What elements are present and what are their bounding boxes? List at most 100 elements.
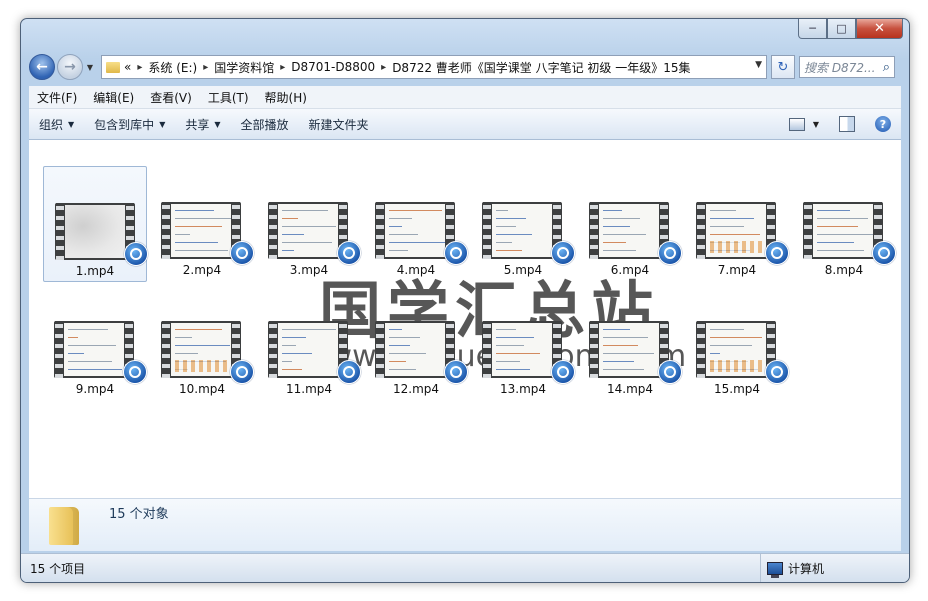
file-item[interactable]: 14.mp4 <box>578 285 682 401</box>
frame-text-line <box>710 345 752 346</box>
search-icon[interactable]: ⌕ <box>883 60 890 75</box>
recent-pages-dropdown[interactable]: ▼ <box>85 63 95 72</box>
file-item[interactable]: 2.mp4 <box>150 166 254 282</box>
frame-text-line <box>603 234 646 235</box>
file-item[interactable]: 15.mp4 <box>685 285 789 401</box>
file-item[interactable]: 5.mp4 <box>471 166 575 282</box>
file-name: 9.mp4 <box>75 382 115 396</box>
file-item[interactable]: 7.mp4 <box>685 166 789 282</box>
frame-text-line <box>710 218 754 219</box>
media-player-icon <box>551 241 575 265</box>
frame-text-line <box>496 345 524 346</box>
media-player-icon <box>337 241 361 265</box>
frame-text-line <box>175 250 228 251</box>
play-all-button[interactable]: 全部播放 <box>231 116 299 133</box>
video-frame <box>385 204 445 257</box>
media-player-icon <box>444 360 468 384</box>
media-player-icon <box>124 242 148 266</box>
breadcrumb-overflow[interactable]: « <box>124 60 131 74</box>
frame-text-line <box>710 226 744 227</box>
file-item[interactable]: 9.mp4 <box>43 285 147 401</box>
change-view-icon[interactable] <box>788 117 805 131</box>
folder-icon <box>106 61 120 73</box>
menu-tools[interactable]: 工具(T) <box>200 89 257 106</box>
video-thumbnail <box>482 321 562 378</box>
share-button[interactable]: 共享 ▼ <box>175 116 230 133</box>
breadcrumb-current[interactable]: D8722 曹老师《国学课堂 八字笔记 初级 一年级》15集 <box>392 59 690 76</box>
forward-button[interactable]: → <box>57 54 83 80</box>
file-item[interactable]: 3.mp4 <box>257 166 361 282</box>
frame-table <box>175 360 227 372</box>
file-item[interactable]: 12.mp4 <box>364 285 468 401</box>
frame-text-line <box>389 329 402 330</box>
frame-text-line <box>603 218 640 219</box>
search-box[interactable]: 搜索 D872... ⌕ <box>799 56 895 78</box>
frame-text-line <box>817 226 858 227</box>
chevron-down-icon: ▼ <box>159 119 166 129</box>
file-name: 8.mp4 <box>824 263 864 277</box>
film-reel-icon <box>450 247 462 259</box>
film-strip-edge <box>376 321 384 378</box>
minimize-button[interactable]: ─ <box>798 19 827 39</box>
chevron-down-icon: ▼ <box>68 119 75 129</box>
frame-text-line <box>68 329 108 330</box>
frame-text-line <box>496 329 516 330</box>
frame-text-line <box>175 218 231 219</box>
computer-icon <box>767 561 783 578</box>
chevron-right-icon[interactable]: ▸ <box>203 62 208 73</box>
frame-text-line <box>496 242 512 243</box>
video-thumbnail <box>803 202 883 259</box>
include-in-library-button[interactable]: 包含到库中 ▼ <box>84 116 175 133</box>
breadcrumb-folder-1[interactable]: 国学资料馆 <box>214 59 274 76</box>
file-item[interactable]: 11.mp4 <box>257 285 361 401</box>
file-item[interactable]: 4.mp4 <box>364 166 468 282</box>
frame-text-line <box>496 361 520 362</box>
search-placeholder: 搜索 D872... <box>804 60 876 75</box>
video-thumbnail <box>268 321 348 378</box>
film-reel-icon <box>236 366 248 378</box>
organize-button[interactable]: 组织 ▼ <box>29 116 84 133</box>
video-frame <box>278 323 338 376</box>
frame-text-line <box>603 361 634 362</box>
file-item[interactable]: 6.mp4 <box>578 166 682 282</box>
breadcrumb-folder-2[interactable]: D8701-D8800 <box>291 60 375 74</box>
file-item[interactable]: 10.mp4 <box>150 285 254 401</box>
new-folder-button[interactable]: 新建文件夹 <box>299 116 379 133</box>
file-item[interactable]: 1.mp4 <box>43 166 148 282</box>
file-item[interactable]: 13.mp4 <box>471 285 575 401</box>
file-name: 4.mp4 <box>396 263 436 277</box>
refresh-button[interactable]: ↻ <box>771 55 795 79</box>
breadcrumb-drive[interactable]: 系统 (E:) <box>148 59 197 76</box>
chevron-right-icon[interactable]: ▸ <box>381 62 386 73</box>
close-button[interactable]: ✕ <box>856 19 903 39</box>
menu-file[interactable]: 文件(F) <box>29 89 85 106</box>
address-bar[interactable]: « ▸ 系统 (E:) ▸ 国学资料馆 ▸ D8701-D8800 ▸ D872… <box>101 55 767 79</box>
menu-edit[interactable]: 编辑(E) <box>85 89 142 106</box>
video-frame <box>385 323 445 376</box>
file-item[interactable]: 8.mp4 <box>792 166 896 282</box>
frame-text-line <box>496 218 526 219</box>
address-dropdown-icon[interactable]: ▼ <box>755 60 762 70</box>
help-icon[interactable]: ? <box>875 116 891 132</box>
frame-table <box>710 241 762 253</box>
preview-pane-icon[interactable] <box>839 116 855 132</box>
maximize-button[interactable]: □ <box>827 19 856 39</box>
frame-text-line <box>710 210 736 211</box>
frame-text-line <box>389 361 406 362</box>
view-options-dropdown-icon[interactable]: ▼ <box>813 120 819 129</box>
menu-help[interactable]: 帮助(H) <box>257 89 315 106</box>
film-strip-edge <box>697 202 705 259</box>
video-frame <box>492 323 552 376</box>
film-reel-icon <box>771 247 783 259</box>
file-name: 2.mp4 <box>182 263 222 277</box>
video-thumbnail <box>55 203 135 260</box>
menu-view[interactable]: 查看(V) <box>142 89 200 106</box>
video-thumbnail <box>482 202 562 259</box>
chevron-right-icon[interactable]: ▸ <box>280 62 285 73</box>
chevron-right-icon[interactable]: ▸ <box>137 62 142 73</box>
frame-text-line <box>175 234 190 235</box>
frame-text-line <box>282 353 312 354</box>
caption-buttons: ─ □ ✕ <box>798 19 903 39</box>
file-list[interactable]: 国学汇总站 www.guoxuehuizong.com 1.mp42.mp43.… <box>29 140 901 498</box>
back-button[interactable]: ← <box>29 54 55 80</box>
